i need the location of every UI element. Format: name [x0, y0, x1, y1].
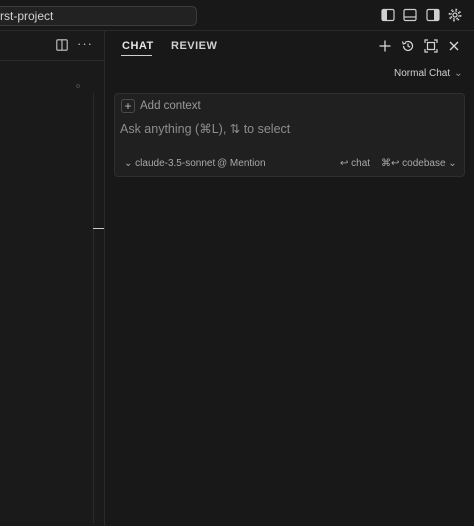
- maximize-icon[interactable]: [424, 39, 438, 53]
- tab-review[interactable]: REVIEW: [171, 40, 217, 52]
- more-actions-icon[interactable]: ···: [77, 36, 93, 51]
- tab-chat[interactable]: CHAT: [122, 40, 154, 52]
- chevron-down-icon: ⌄: [124, 158, 136, 169]
- minimap-indicator: [76, 84, 80, 88]
- editor-header: ···: [0, 31, 105, 61]
- editor-pane: ···: [0, 31, 105, 526]
- scroll-track: [93, 93, 94, 523]
- chevron-down-icon: ⌄: [445, 158, 457, 169]
- chat-mode-select[interactable]: Normal Chat ⌄: [394, 68, 463, 79]
- chevron-down-icon: ⌄: [454, 68, 463, 79]
- add-context-button[interactable]: Add context: [140, 100, 201, 112]
- chat-input-box: + Add context ⌄ claude-3.5-sonnet @ Ment…: [114, 93, 465, 177]
- close-icon[interactable]: [447, 39, 461, 53]
- gear-icon[interactable]: [448, 8, 462, 22]
- model-label: claude-3.5-sonnet: [135, 158, 216, 169]
- sidebar-right-icon[interactable]: [426, 8, 440, 22]
- sidebar-left-icon[interactable]: [381, 8, 395, 22]
- add-context-icon[interactable]: +: [121, 99, 135, 113]
- project-name[interactable]: rst-project: [0, 9, 53, 23]
- submit-chat-button[interactable]: ↩ chat: [340, 158, 370, 169]
- scroll-thumb[interactable]: [93, 228, 104, 229]
- panel-bottom-icon[interactable]: [403, 8, 417, 22]
- submit-codebase-button[interactable]: ⌘↩ codebase ⌄: [381, 158, 457, 169]
- new-chat-icon[interactable]: [378, 39, 392, 53]
- active-tab-indicator: [121, 55, 152, 56]
- model-select[interactable]: ⌄ claude-3.5-sonnet: [124, 158, 215, 169]
- chat-input[interactable]: [120, 120, 450, 138]
- chat-mode-label: Normal Chat: [394, 68, 451, 79]
- split-editor-icon[interactable]: [56, 39, 68, 51]
- title-bar: rst-project: [0, 0, 474, 31]
- mention-button[interactable]: @ Mention: [217, 158, 266, 169]
- history-icon[interactable]: [401, 39, 415, 53]
- codebase-label: ⌘↩ codebase: [381, 158, 446, 169]
- chat-panel: CHAT REVIEW Normal Chat⌄ + Add context ⌄…: [106, 31, 474, 526]
